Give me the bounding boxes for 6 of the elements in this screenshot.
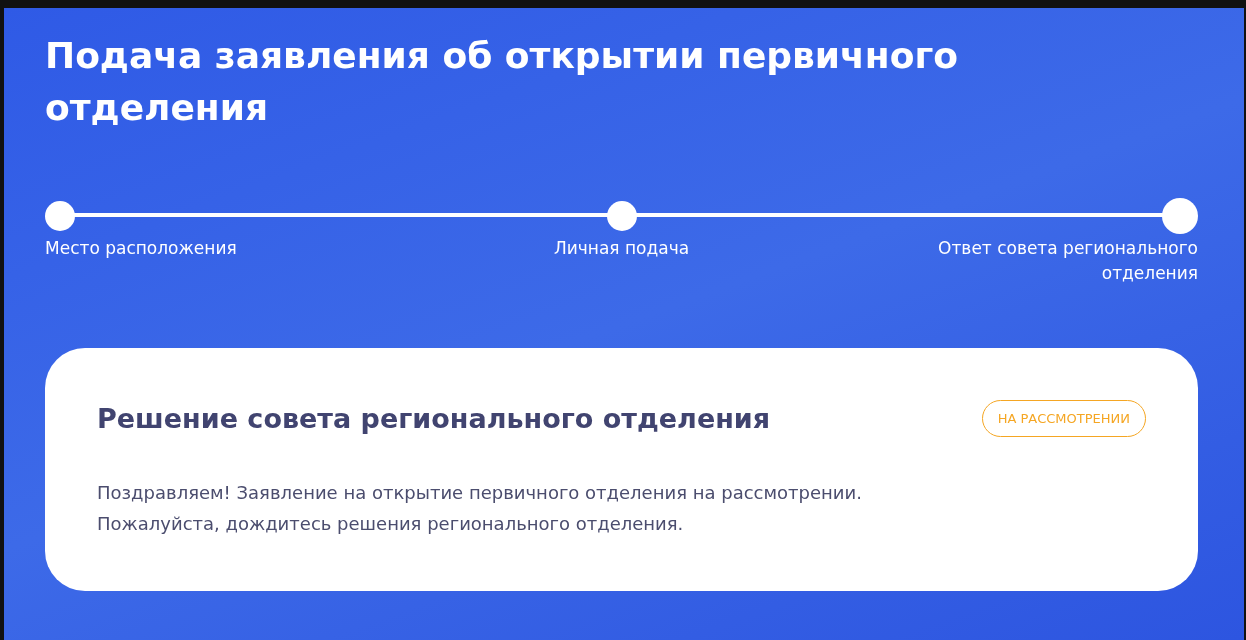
step-label: Личная подача: [553, 237, 690, 260]
page-title: Подача заявления об открытии первичного отделения: [45, 34, 959, 130]
step-label: Место расположения: [45, 237, 237, 260]
card-title: Решение совета регионального отделения: [97, 403, 771, 434]
step-label: Ответ совета регионального отделения: [937, 237, 1198, 285]
card-message: Поздравляем! Заявление на открытие первичного отделения на рассмотрении. Пожалуйста, дождитесь решения регионального отделения.: [97, 481, 863, 536]
